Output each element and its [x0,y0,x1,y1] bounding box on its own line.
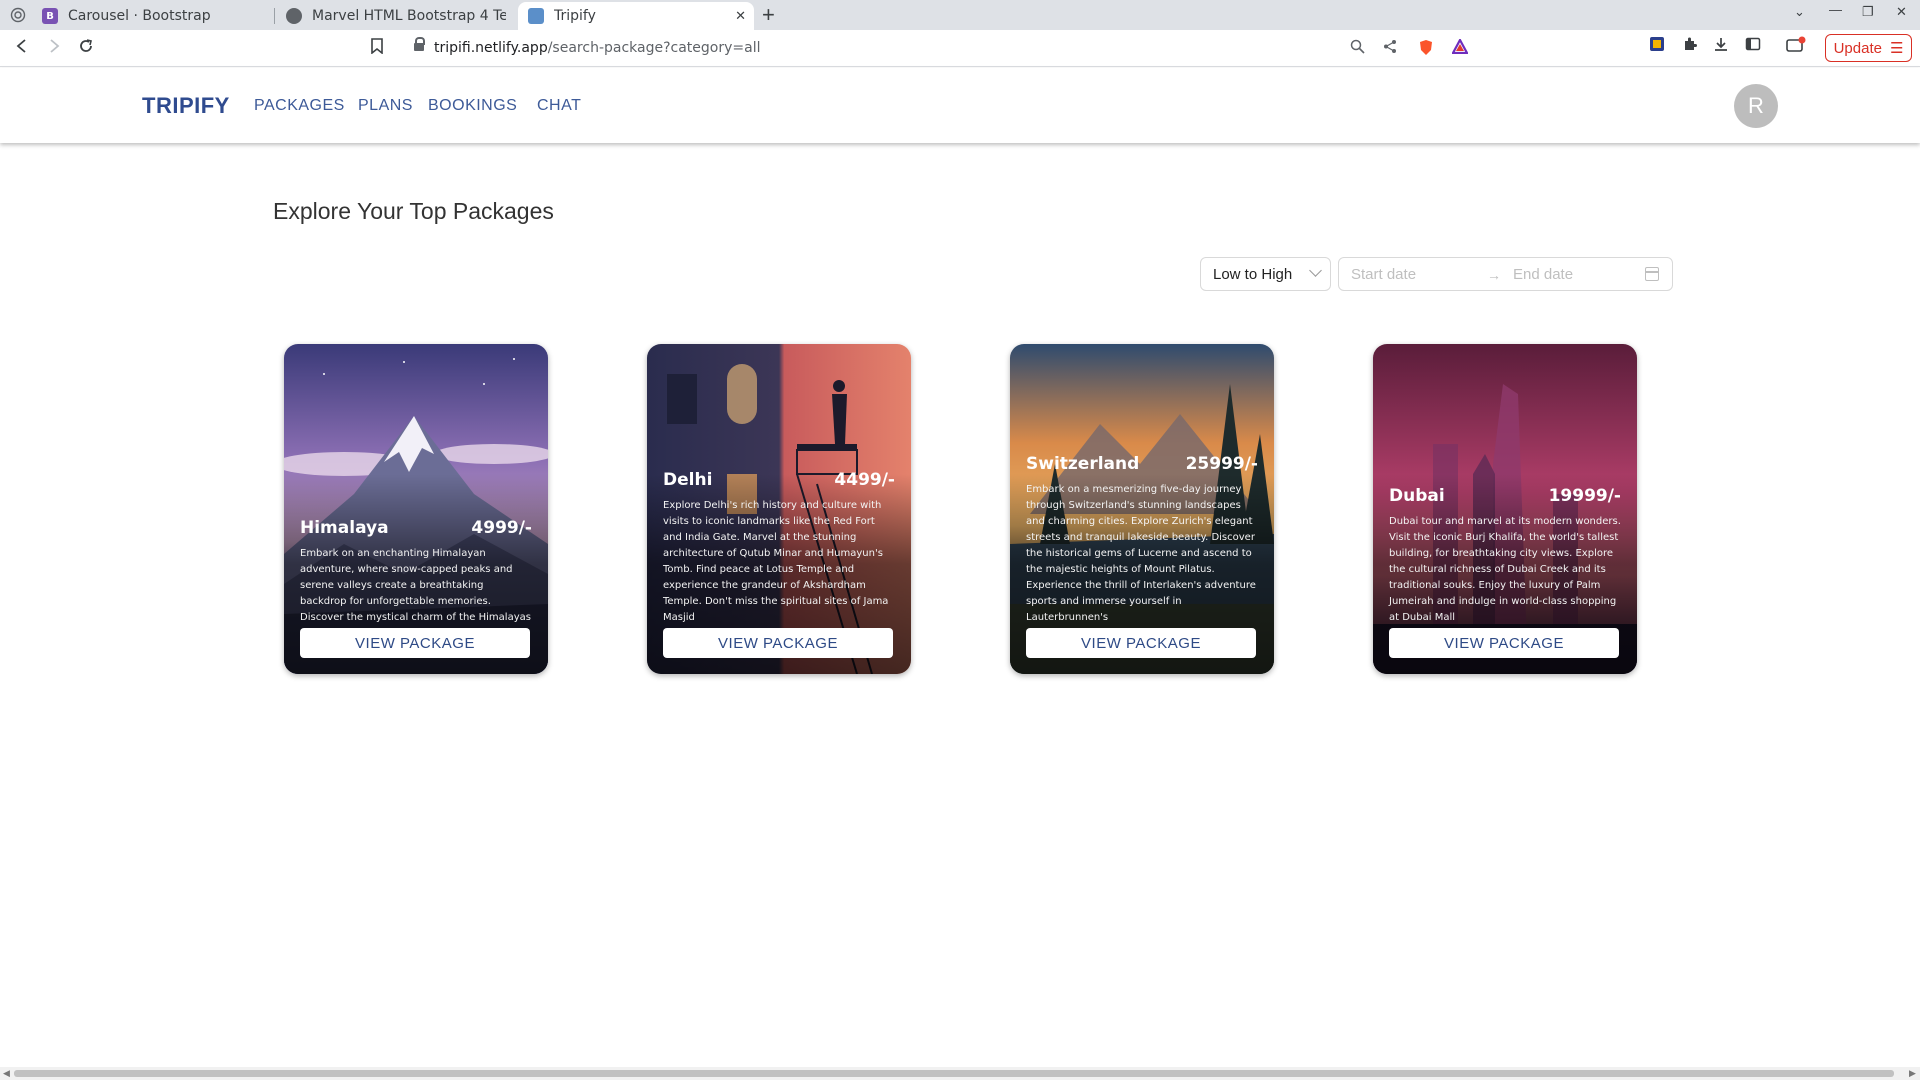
view-package-button[interactable]: VIEW PACKAGE [1026,628,1256,658]
address-bar[interactable]: tripifi.netlify.app/search-package?categ… [400,34,1480,62]
card-info: Delhi 4499/- Explore Delhi's rich histor… [663,470,895,658]
scrollbar-thumb[interactable] [14,1070,1894,1077]
bookmark-icon[interactable] [370,37,384,59]
globe-favicon [286,8,302,24]
tab-search-icon[interactable] [10,7,26,26]
package-description: Embark on a mesmerizing five-day journey… [1026,484,1256,623]
chevron-down-icon [1309,264,1322,277]
package-name: Delhi [663,470,713,490]
card-header: Dubai 19999/- [1389,486,1621,506]
lock-icon [414,37,425,53]
user-avatar[interactable]: R [1734,84,1778,128]
horizontal-scrollbar[interactable]: ◀ ▶ [0,1067,1920,1080]
nav-packages[interactable]: PACKAGES [254,97,345,115]
sidebar-toggle-icon[interactable] [1745,36,1761,57]
restore-icon[interactable]: ❐ [1862,4,1874,20]
extension-wallet-icon[interactable] [1649,36,1665,57]
package-price: 4499/- [834,470,895,490]
tab-list-chevron-icon[interactable]: ⌄ [1794,4,1805,20]
back-icon[interactable] [14,37,30,59]
card-header: Switzerland 25999/- [1026,454,1258,474]
package-name: Switzerland [1026,454,1140,474]
package-description: Embark on an enchanting Himalayan advent… [300,548,531,623]
nav-plans[interactable]: PLANS [358,97,413,115]
tab-title: Marvel HTML Bootstrap 4 Templat [312,8,506,24]
scroll-left-arrow-icon[interactable]: ◀ [3,1067,10,1080]
update-browser-button[interactable]: Update ☰ [1825,34,1912,62]
forward-icon[interactable] [46,37,62,59]
range-arrow-icon: → [1487,267,1501,283]
page-content: TRIPIFY PACKAGES PLANS BOOKINGS CHAT R E… [0,68,1920,1068]
wallet-notification-icon[interactable] [1786,36,1806,59]
package-description: Dubai tour and marvel at its modern wond… [1389,516,1621,623]
reload-icon[interactable] [78,37,94,59]
view-package-button[interactable]: VIEW PACKAGE [663,628,893,658]
date-range-picker[interactable]: Start date → End date [1338,257,1673,291]
sort-value: Low to High [1213,265,1293,283]
tab-divider [274,8,275,24]
bootstrap-favicon: B [42,8,58,24]
price-sort-select[interactable]: Low to High [1200,257,1331,291]
package-price: 25999/- [1185,454,1258,474]
app-header: TRIPIFY PACKAGES PLANS BOOKINGS CHAT R [0,68,1920,143]
url-text[interactable]: tripifi.netlify.app/search-package?categ… [434,40,761,56]
package-card-himalaya: Himalaya 4999/- Embark on an enchanting … [284,344,548,674]
scroll-right-arrow-icon[interactable]: ▶ [1909,1067,1916,1080]
menu-icon: ☰ [1889,40,1904,57]
end-date-input[interactable]: End date [1513,266,1573,283]
brave-rewards-icon[interactable] [1451,37,1469,58]
nav-bookings[interactable]: BOOKINGS [428,97,517,115]
package-card-switzerland: Switzerland 25999/- Embark on a mesmeriz… [1010,344,1274,674]
extensions-puzzle-icon[interactable] [1682,36,1698,57]
card-info: Dubai 19999/- Dubai tour and marvel at i… [1389,486,1621,658]
card-header: Delhi 4499/- [663,470,895,490]
new-tab-button[interactable]: + [762,2,775,28]
brand-logo[interactable]: TRIPIFY [142,93,230,119]
browser-tab-strip: B Carousel · Bootstrap Marvel HTML Boots… [0,0,1920,30]
package-description: Explore Delhi's rich history and culture… [663,500,889,623]
browser-tab-tripify[interactable]: Tripify ✕ [518,2,754,30]
package-price: 19999/- [1548,486,1621,506]
close-tab-icon[interactable]: ✕ [735,9,746,24]
view-package-button[interactable]: VIEW PACKAGE [1389,628,1619,658]
avatar-initial: R [1748,93,1764,118]
browser-toolbar: tripifi.netlify.app/search-package?categ… [0,30,1920,67]
package-name: Himalaya [300,518,389,538]
card-header: Himalaya 4999/- [300,518,532,538]
nav-chat[interactable]: CHAT [537,97,581,115]
calendar-icon[interactable] [1645,267,1659,281]
tab-title: Tripify [554,8,596,24]
tab-title: Carousel · Bootstrap [68,8,211,24]
start-date-input[interactable]: Start date [1351,266,1416,283]
package-card-dubai: Dubai 19999/- Dubai tour and marvel at i… [1373,344,1637,674]
package-price: 4999/- [471,518,532,538]
minimize-icon[interactable]: — [1829,2,1842,17]
zoom-icon[interactable] [1350,39,1365,58]
card-info: Himalaya 4999/- Embark on an enchanting … [300,518,532,658]
browser-tab-marvel[interactable]: Marvel HTML Bootstrap 4 Templat [276,2,516,30]
update-label: Update [1833,39,1882,57]
brave-shield-icon[interactable] [1418,39,1434,60]
view-package-button[interactable]: VIEW PACKAGE [300,628,530,658]
package-card-delhi: Delhi 4499/- Explore Delhi's rich histor… [647,344,911,674]
tripify-favicon [528,8,544,24]
share-icon[interactable] [1383,39,1398,58]
browser-tab-carousel[interactable]: B Carousel · Bootstrap [32,2,272,30]
card-info: Switzerland 25999/- Embark on a mesmeriz… [1026,454,1258,658]
close-window-icon[interactable]: ✕ [1896,4,1907,20]
downloads-icon[interactable] [1713,36,1729,57]
package-name: Dubai [1389,486,1445,506]
page-title: Explore Your Top Packages [273,198,554,224]
